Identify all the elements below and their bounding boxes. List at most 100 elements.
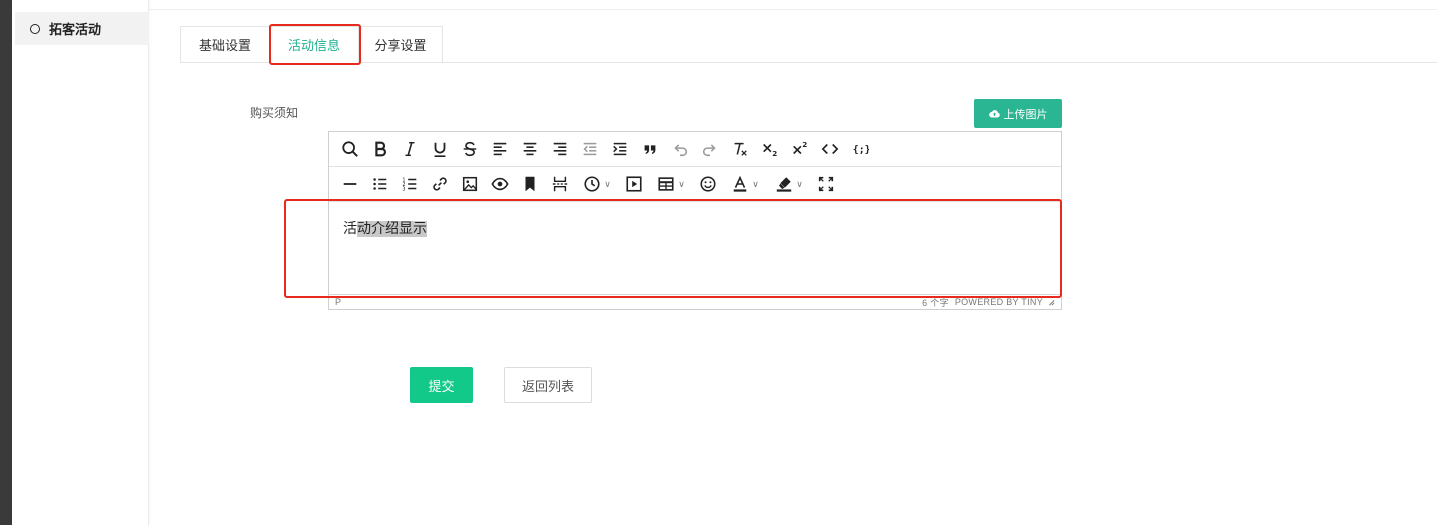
powered-by-label[interactable]: POWERED BY TINY bbox=[955, 297, 1043, 307]
tabs-baseline bbox=[443, 62, 1437, 63]
upload-image-button[interactable]: 上传图片 bbox=[974, 99, 1062, 128]
table-icon bbox=[658, 177, 674, 191]
media-icon bbox=[626, 176, 642, 192]
editor-toolbar-row-2: 123 ∨ ∨ ∨ ∨ bbox=[329, 167, 1061, 202]
resize-handle-icon[interactable] bbox=[1047, 298, 1055, 306]
superscript-button[interactable]: 2 bbox=[785, 135, 815, 163]
align-right-icon bbox=[553, 142, 567, 156]
editor-content-area[interactable]: 活动介绍显示 bbox=[329, 202, 1061, 294]
blockquote-button[interactable] bbox=[635, 135, 665, 163]
background-color-button[interactable]: ∨ bbox=[767, 170, 811, 198]
underline-icon bbox=[434, 142, 446, 158]
redo-icon bbox=[702, 144, 716, 157]
page-break-icon bbox=[552, 176, 568, 192]
indent-button[interactable] bbox=[605, 135, 635, 163]
editor-toolbar-row-1: 2 2 {;} bbox=[329, 132, 1061, 167]
fullscreen-button[interactable] bbox=[811, 170, 841, 198]
insert-image-button[interactable] bbox=[455, 170, 485, 198]
svg-text:2: 2 bbox=[772, 149, 777, 158]
underline-button[interactable] bbox=[425, 135, 455, 163]
bold-button[interactable] bbox=[365, 135, 395, 163]
tab-activity-info[interactable]: 活动信息 bbox=[269, 26, 358, 63]
editor-statusbar: P 6 个字 POWERED BY TINY bbox=[329, 294, 1061, 309]
align-left-icon bbox=[493, 142, 507, 156]
align-center-button[interactable] bbox=[515, 135, 545, 163]
upload-image-label: 上传图片 bbox=[1003, 108, 1048, 121]
clear-format-icon bbox=[734, 142, 747, 156]
editor-text-plain: 活 bbox=[343, 221, 357, 237]
strikethrough-icon bbox=[463, 141, 477, 157]
chevron-down-icon: ∨ bbox=[752, 178, 759, 189]
back-to-list-button[interactable]: 返回列表 bbox=[504, 367, 592, 403]
align-left-button[interactable] bbox=[485, 135, 515, 163]
insert-link-button[interactable] bbox=[425, 170, 455, 198]
chevron-down-icon: ∨ bbox=[796, 178, 803, 189]
sidebar-item-label: 拓客活动 bbox=[49, 22, 102, 37]
svg-text:3: 3 bbox=[402, 186, 405, 192]
indent-icon bbox=[613, 142, 627, 156]
bullet-list-button[interactable] bbox=[365, 170, 395, 198]
undo-button[interactable] bbox=[665, 135, 695, 163]
align-right-button[interactable] bbox=[545, 135, 575, 163]
italic-icon bbox=[405, 141, 415, 157]
link-icon bbox=[433, 177, 447, 191]
superscript-icon: 2 bbox=[793, 140, 807, 155]
numbered-list-button[interactable]: 123 bbox=[395, 170, 425, 198]
subscript-button[interactable]: 2 bbox=[755, 135, 785, 163]
word-count: 6 个字 bbox=[922, 297, 949, 308]
circle-icon bbox=[30, 23, 40, 34]
preview-button[interactable] bbox=[485, 170, 515, 198]
fullscreen-icon bbox=[818, 176, 834, 192]
tab-share-settings[interactable]: 分享设置 bbox=[358, 26, 443, 63]
numbered-list-icon: 123 bbox=[402, 177, 417, 192]
code-icon bbox=[821, 143, 839, 155]
field-label-purchase-notes: 购买须知 bbox=[250, 106, 299, 120]
sidebar: 拓客活动 bbox=[12, 0, 149, 525]
svg-text:{;}: {;} bbox=[853, 145, 869, 156]
tab-basic-settings[interactable]: 基础设置 bbox=[180, 26, 269, 63]
editor-text-selected: 动介绍显示 bbox=[357, 221, 427, 237]
clear-formatting-button[interactable] bbox=[725, 135, 755, 163]
undo-icon bbox=[674, 144, 688, 157]
code-sample-icon: {;} bbox=[853, 145, 869, 156]
element-path[interactable]: P bbox=[335, 297, 341, 307]
clock-icon bbox=[584, 176, 600, 192]
horizontal-line-icon bbox=[343, 183, 357, 185]
insert-datetime-button[interactable]: ∨ bbox=[575, 170, 619, 198]
redo-button[interactable] bbox=[695, 135, 725, 163]
align-center-icon bbox=[523, 142, 537, 156]
anchor-button[interactable] bbox=[515, 170, 545, 198]
left-edge-strip bbox=[0, 0, 12, 525]
page-break-button[interactable] bbox=[545, 170, 575, 198]
search-icon bbox=[342, 141, 358, 157]
insert-table-button[interactable]: ∨ bbox=[649, 170, 693, 198]
smiley-icon bbox=[700, 176, 716, 192]
submit-button[interactable]: 提交 bbox=[410, 367, 473, 403]
outdent-button[interactable] bbox=[575, 135, 605, 163]
horizontal-line-button[interactable] bbox=[335, 170, 365, 198]
bold-icon bbox=[375, 141, 386, 157]
text-color-icon bbox=[733, 175, 747, 192]
text-color-button[interactable]: ∨ bbox=[723, 170, 767, 198]
top-divider bbox=[149, 9, 1437, 10]
tab-bar: 基础设置 活动信息 分享设置 bbox=[180, 26, 443, 63]
svg-text:2: 2 bbox=[802, 140, 807, 149]
eye-icon bbox=[491, 177, 509, 191]
search-replace-button[interactable] bbox=[335, 135, 365, 163]
bullet-list-icon bbox=[373, 178, 387, 190]
highlighter-icon bbox=[777, 177, 792, 192]
code-sample-button[interactable]: {;} bbox=[845, 135, 875, 163]
bookmark-icon bbox=[525, 176, 535, 192]
outdent-icon bbox=[583, 142, 597, 156]
subscript-icon: 2 bbox=[763, 143, 777, 158]
cloud-upload-icon bbox=[988, 110, 1000, 118]
insert-media-button[interactable] bbox=[619, 170, 649, 198]
source-code-button[interactable] bbox=[815, 135, 845, 163]
emoticons-button[interactable] bbox=[693, 170, 723, 198]
italic-button[interactable] bbox=[395, 135, 425, 163]
strikethrough-button[interactable] bbox=[455, 135, 485, 163]
sidebar-item-tuoke-activity[interactable]: 拓客活动 bbox=[15, 12, 149, 45]
rich-text-editor: 2 2 {;} 123 ∨ ∨ ∨ ∨ 活动介绍显示 P 6 个字 POWERE… bbox=[328, 131, 1062, 310]
image-icon bbox=[462, 176, 478, 192]
chevron-down-icon: ∨ bbox=[604, 178, 611, 189]
